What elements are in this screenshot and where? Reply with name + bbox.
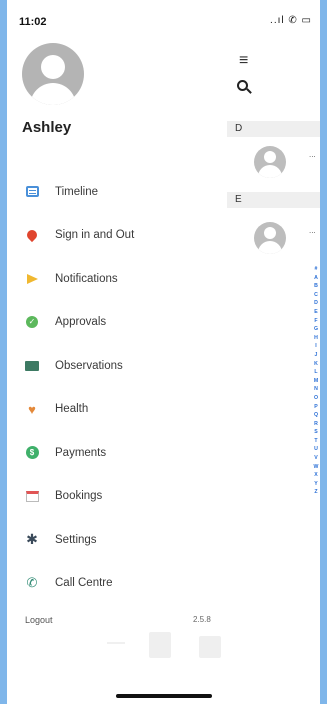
status-icons: ..ıl ✆ ▭ [270, 15, 312, 26]
contact-avatar[interactable] [254, 146, 286, 178]
menu-item-payments[interactable]: $ Payments [7, 431, 227, 475]
index-letter[interactable]: S [312, 428, 320, 437]
heart-icon: ♥ [28, 401, 36, 417]
phone-icon: ✆ [26, 575, 38, 591]
menu-item-sign-in-out[interactable]: Sign in and Out [7, 214, 227, 258]
navigation-drawer: 11:02 Ashley Timeline Sign in and Out No… [7, 0, 227, 704]
index-letter[interactable]: E [312, 308, 320, 317]
user-name: Ashley [22, 119, 72, 136]
index-letter[interactable]: A [312, 274, 320, 283]
menu-item-notifications[interactable]: Notifications [7, 257, 227, 301]
megaphone-icon [25, 272, 39, 286]
section-header-e: E [227, 192, 320, 208]
index-letter[interactable]: V [312, 454, 320, 463]
menu-item-label: Approvals [55, 316, 107, 329]
check-circle-icon: ✓ [25, 315, 39, 329]
menu-item-label: Notifications [55, 272, 118, 285]
menu-icon[interactable]: ≡ [239, 52, 248, 70]
index-letter[interactable]: G [312, 325, 320, 334]
index-letter[interactable]: M [312, 377, 320, 386]
index-letter[interactable]: H [312, 334, 320, 343]
search-icon[interactable] [237, 80, 252, 94]
alphabet-index[interactable]: # A B C D E F G H I J K L M N O P Q R S T U V W X Y Z [312, 265, 320, 497]
contacts-screen: ≡ D ... E ... # A B C D E F G H I J K L M N O P Q R S T U V W X Y… [227, 0, 320, 704]
contact-name[interactable]: ... [309, 150, 316, 159]
payment-icon: $ [25, 446, 39, 460]
menu-item-label: Payments [55, 446, 107, 459]
menu-item-settings[interactable]: ✱ Settings [7, 518, 227, 562]
observations-icon [25, 359, 39, 373]
menu-item-bookings[interactable]: Bookings [7, 475, 227, 519]
index-letter[interactable]: O [312, 394, 320, 403]
contact-avatar[interactable] [254, 222, 286, 254]
menu-item-observations[interactable]: Observations [7, 344, 227, 388]
phone-screen: ≡ D ... E ... # A B C D E F G H I J K L M N O P Q R S T U V W X Y… [7, 0, 320, 704]
index-letter[interactable]: Y [312, 480, 320, 489]
menu-item-label: Health [55, 403, 89, 416]
menu-item-call-centre[interactable]: ✆ Call Centre [7, 562, 227, 606]
menu-item-label: Timeline [55, 185, 99, 198]
index-letter[interactable]: B [312, 282, 320, 291]
index-letter[interactable]: L [312, 368, 320, 377]
index-letter[interactable]: J [312, 351, 320, 360]
gear-icon: ✱ [26, 531, 38, 548]
menu-item-label: Sign in and Out [55, 229, 135, 242]
menu-item-label: Settings [55, 533, 97, 546]
index-letter[interactable]: Z [312, 488, 320, 497]
menu-item-approvals[interactable]: ✓ Approvals [7, 301, 227, 345]
index-letter[interactable]: U [312, 445, 320, 454]
drawer-menu: Timeline Sign in and Out Notifications ✓… [7, 170, 227, 605]
menu-item-timeline[interactable]: Timeline [7, 170, 227, 214]
index-letter[interactable]: Q [312, 411, 320, 420]
menu-item-label: Observations [55, 359, 123, 372]
index-letter[interactable]: W [312, 463, 320, 472]
index-letter[interactable]: K [312, 360, 320, 369]
index-letter[interactable]: X [312, 471, 320, 480]
contact-name[interactable]: ... [309, 226, 316, 235]
index-letter[interactable]: F [312, 317, 320, 326]
status-time: 11:02 [19, 16, 47, 28]
index-letter[interactable]: I [312, 342, 320, 351]
menu-item-label: Bookings [55, 490, 103, 503]
index-letter[interactable]: C [312, 291, 320, 300]
menu-item-label: Call Centre [55, 577, 113, 590]
menu-item-health[interactable]: ♥ Health [7, 388, 227, 432]
index-letter[interactable]: N [312, 385, 320, 394]
index-letter[interactable]: # [312, 265, 320, 274]
user-avatar[interactable] [22, 43, 84, 105]
index-letter[interactable]: R [312, 420, 320, 429]
index-letter[interactable]: D [312, 299, 320, 308]
calendar-icon [25, 489, 39, 503]
home-indicator[interactable] [116, 694, 212, 698]
index-letter[interactable]: P [312, 403, 320, 412]
logout-link[interactable]: Logout [25, 615, 53, 625]
ghost-tab-bar [87, 622, 227, 682]
index-letter[interactable]: T [312, 437, 320, 446]
timeline-icon [25, 185, 39, 199]
section-header-d: D [227, 121, 320, 137]
location-pin-icon [24, 228, 40, 243]
